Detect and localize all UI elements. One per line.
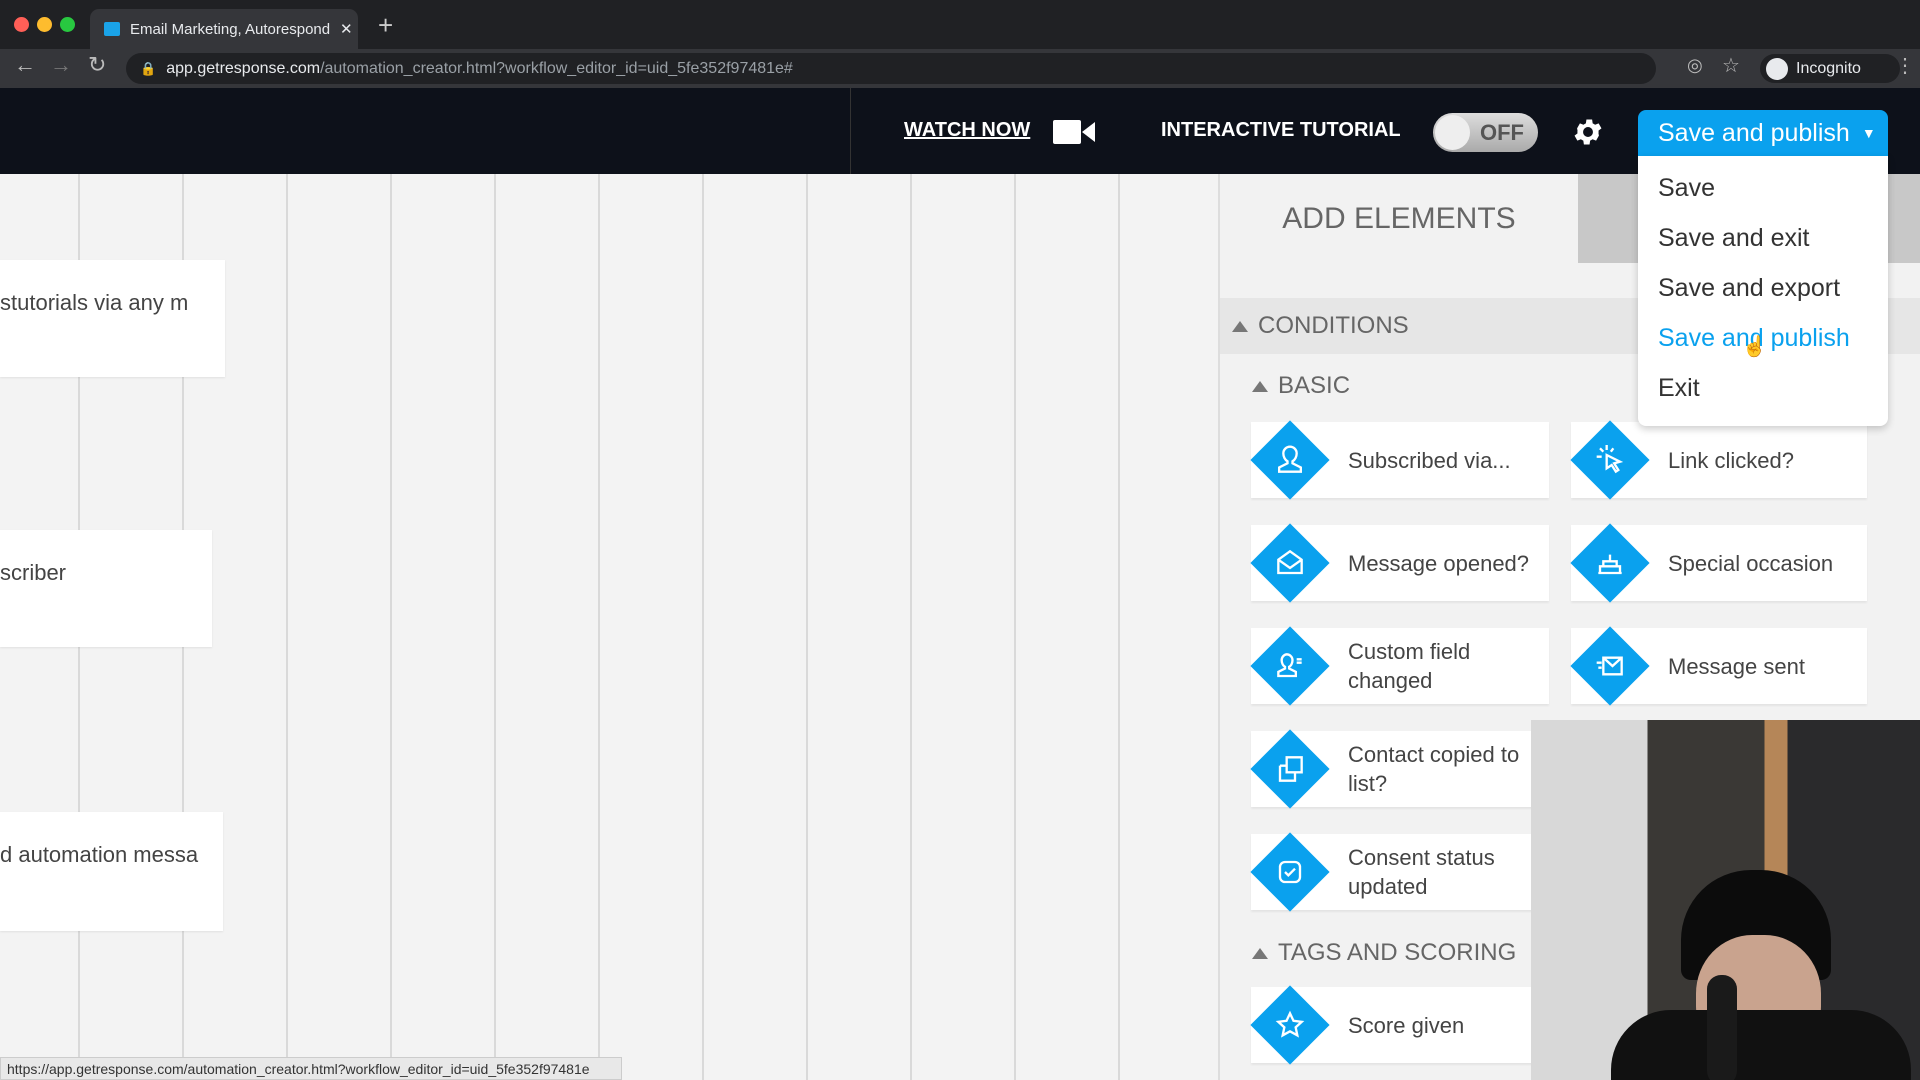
star-icon [1275,1010,1305,1038]
node-label: d automation messa [0,842,199,867]
user-icon [1278,445,1302,473]
cake-icon [1598,554,1622,575]
profile-label: Incognito [1796,59,1861,77]
sent-envelope-icon [1596,656,1623,676]
collapse-triangle-icon [1252,947,1268,959]
lock-icon: 🔒 [140,60,157,76]
workflow-canvas[interactable]: stutorials via any m scriber d automatio… [0,174,1218,1080]
video-camera-icon[interactable] [1053,118,1095,146]
element-custom-field-changed[interactable]: Custom field changed [1250,626,1549,706]
url-input[interactable]: 🔒 app.getresponse.com/automation_creator… [126,53,1656,84]
profile-button[interactable]: Incognito [1760,54,1900,83]
caret-down-icon: ▼ [1861,125,1876,141]
element-subscribed-via[interactable]: Subscribed via... [1250,420,1549,500]
incognito-icon [1766,57,1788,80]
checkbox-icon [1278,860,1302,884]
element-label: Contact copied to list? [1348,742,1520,796]
browser-tab[interactable]: Email Marketing, Autoresponders ✕ [90,9,358,49]
getresponse-favicon-icon [104,22,120,36]
browser-tab-bar: Email Marketing, Autoresponders ✕ + [0,0,1920,49]
element-message-sent[interactable]: Message sent [1570,626,1867,706]
bookmark-star-icon[interactable]: ☆ [1722,53,1740,78]
element-label: Link clicked? [1668,447,1794,473]
element-link-clicked[interactable]: Link clicked? [1570,420,1867,500]
element-score-given[interactable]: Score given [1250,985,1549,1065]
maximize-window-button[interactable] [60,17,75,32]
minimize-window-button[interactable] [37,17,52,32]
webcam-overlay [1531,720,1920,1080]
save-and-publish-button[interactable]: Save and publish ▼ [1638,110,1888,156]
node-label: stutorials via any m [0,290,189,315]
basic-group-header[interactable]: BASIC [1252,372,1350,400]
menu-item-save[interactable]: Save [1658,174,1715,203]
workflow-node[interactable]: scriber [0,530,212,647]
tags-scoring-group-header[interactable]: TAGS AND SCORING [1252,939,1516,967]
watch-now-link[interactable]: WATCH NOW [904,119,1030,142]
group-title: TAGS AND SCORING [1278,939,1517,966]
forward-icon[interactable]: → [50,52,72,78]
element-label: Consent status updated [1348,845,1495,899]
tracking-blocked-eye-icon[interactable]: ◎ [1687,55,1703,76]
toggle-state: OFF [1480,119,1524,145]
interactive-tutorial-label: INTERACTIVE TUTORIAL [1161,119,1401,141]
open-envelope-icon [1277,549,1303,575]
presenter-shirt [1611,1010,1911,1080]
element-message-opened[interactable]: Message opened? [1250,523,1549,603]
settings-gear-icon[interactable] [1571,115,1605,149]
user-edit-icon [1277,653,1302,678]
tab-title: Email Marketing, Autoresponders [130,20,330,38]
header-divider [850,88,851,174]
app-header: WATCH NOW INTERACTIVE TUTORIAL OFF Save … [0,88,1920,174]
menu-item-save-and-exit[interactable]: Save and exit [1658,224,1810,253]
element-contact-copied[interactable]: Contact copied to list? [1250,729,1549,809]
close-tab-icon[interactable]: ✕ [340,20,353,38]
close-window-button[interactable] [14,17,29,32]
save-dropdown-menu: Save Save and exit Save and export Save … [1638,156,1888,426]
workflow-node[interactable]: d automation messa [0,812,223,931]
publish-button-label: Save and publish [1658,118,1850,147]
collapse-triangle-icon [1232,320,1248,332]
new-tab-button[interactable]: + [378,10,393,41]
hand-cursor-icon: ☝ [1742,336,1767,358]
address-toolbar: ← → ↻ 🔒 app.getresponse.com/automation_c… [0,49,1920,88]
element-consent-status-updated[interactable]: Consent status updated [1250,832,1549,912]
copy-icon [1278,756,1303,782]
collapse-triangle-icon [1252,380,1268,392]
group-title: BASIC [1278,372,1351,399]
menu-item-exit[interactable]: Exit [1658,374,1700,403]
element-label: Custom field changed [1348,639,1471,693]
status-bar-url: https://app.getresponse.com/automation_c… [0,1057,622,1080]
back-icon[interactable]: ← [14,52,36,78]
workflow-node[interactable]: stutorials via any m [0,260,225,377]
element-label: Message opened? [1348,550,1530,576]
section-title: CONDITIONS [1258,312,1409,339]
cursor-click-icon [1596,445,1624,474]
tab-add-elements[interactable]: ADD ELEMENTS [1220,174,1578,263]
reload-icon[interactable]: ↻ [88,52,106,78]
element-label: Subscribed via... [1348,447,1511,473]
element-label: Message sent [1668,653,1805,679]
microphone [1707,975,1737,1080]
menu-item-save-and-export[interactable]: Save and export [1658,274,1840,303]
element-special-occasion[interactable]: Special occasion [1570,523,1867,603]
url-host: app.getresponse.com [166,59,321,77]
url-path: /automation_creator.html?workflow_editor… [320,59,793,77]
element-label: Special occasion [1668,550,1834,576]
browser-menu-icon[interactable]: ⋮ [1895,53,1915,78]
node-label: scriber [0,560,67,585]
element-label: Score given [1348,1012,1465,1038]
tutorial-toggle[interactable]: OFF [1433,113,1538,152]
